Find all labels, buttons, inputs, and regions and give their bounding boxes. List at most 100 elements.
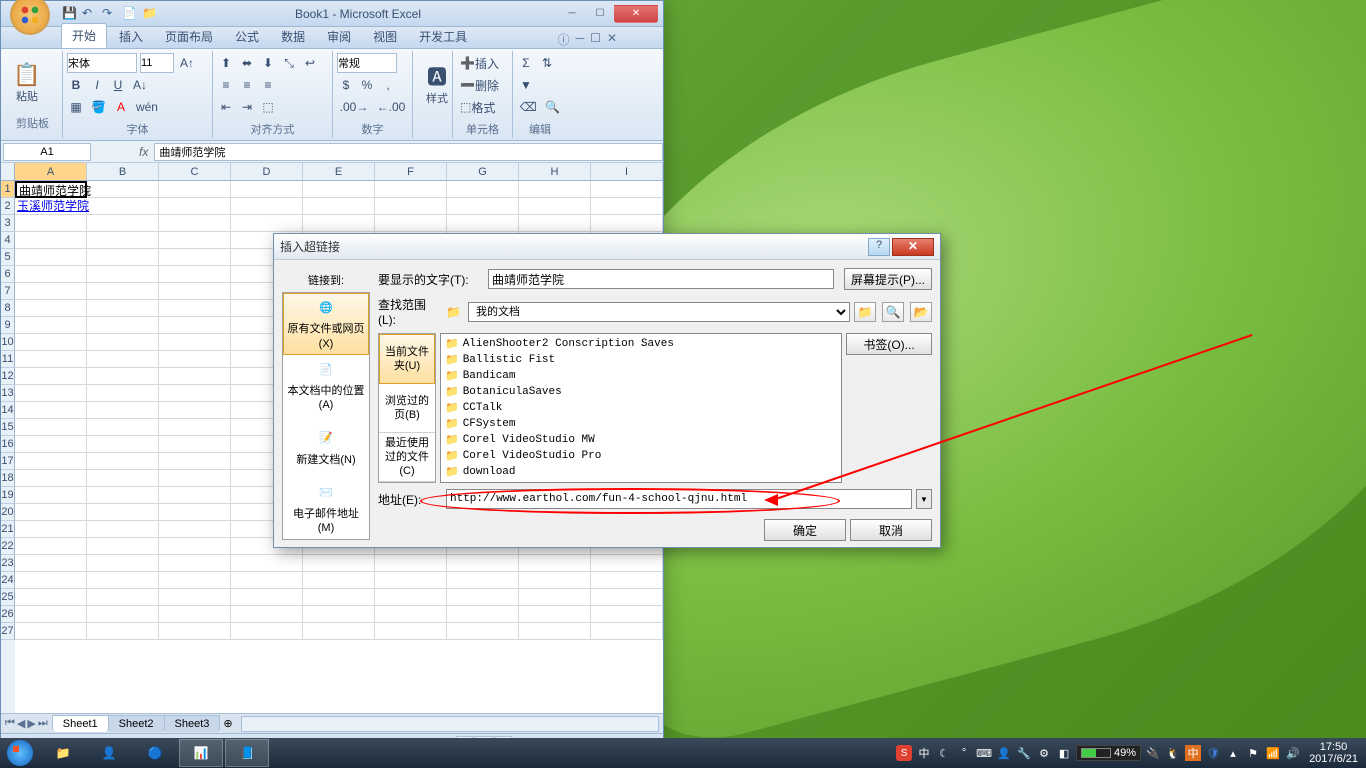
tray-shield-icon[interactable]: 🛡 (1205, 745, 1221, 761)
underline-button[interactable]: U (109, 75, 127, 95)
cell[interactable] (15, 521, 87, 538)
font-color-button[interactable]: A (112, 97, 130, 117)
cell[interactable] (159, 470, 231, 487)
delete-cells-button[interactable]: ➖删除 (457, 75, 502, 95)
cell[interactable] (15, 589, 87, 606)
column-header[interactable]: G (447, 163, 519, 181)
display-text-input[interactable] (488, 269, 834, 289)
redo-icon[interactable]: ↷ (102, 6, 118, 22)
row-header[interactable]: 17 (1, 453, 15, 470)
column-header[interactable]: I (591, 163, 663, 181)
shrink-font-icon[interactable]: A↓ (130, 75, 150, 95)
cell[interactable] (87, 300, 159, 317)
cell[interactable] (591, 181, 663, 198)
tray-skin-icon[interactable]: ◧ (1056, 745, 1072, 761)
row-header[interactable]: 14 (1, 402, 15, 419)
cell[interactable] (15, 436, 87, 453)
new-sheet-icon[interactable]: ⊕ (219, 717, 236, 730)
cell[interactable] (15, 249, 87, 266)
cell[interactable] (591, 215, 663, 232)
cell[interactable] (375, 198, 447, 215)
cell[interactable] (87, 385, 159, 402)
linkto-existing-file[interactable]: 🌐原有文件或网页(X) (283, 293, 369, 355)
number-format-select[interactable] (337, 53, 397, 73)
cell[interactable] (447, 181, 519, 198)
column-header[interactable]: A (15, 163, 87, 181)
save-icon[interactable]: 💾 (62, 6, 78, 22)
cell[interactable] (15, 300, 87, 317)
cell[interactable] (303, 606, 375, 623)
tab-data[interactable]: 数据 (271, 25, 315, 48)
cell[interactable] (591, 623, 663, 640)
italic-button[interactable]: I (88, 75, 106, 95)
browse-web-icon[interactable]: 🔍 (882, 302, 904, 322)
cell[interactable] (591, 555, 663, 572)
cell[interactable] (87, 419, 159, 436)
row-header[interactable]: 2 (1, 198, 15, 215)
format-cells-button[interactable]: ⬚格式 (457, 97, 498, 117)
row-header[interactable]: 4 (1, 232, 15, 249)
task-item-explorer[interactable]: 📁 (41, 739, 85, 767)
up-folder-icon[interactable]: 📁 (854, 302, 876, 322)
cell[interactable] (159, 351, 231, 368)
linkto-this-document[interactable]: 📄本文档中的位置(A) (283, 355, 369, 417)
ribbon-help-icon[interactable]: ⓘ (558, 31, 570, 48)
cell[interactable] (519, 606, 591, 623)
select-all-corner[interactable] (1, 163, 15, 181)
cell[interactable] (519, 572, 591, 589)
cell[interactable] (447, 215, 519, 232)
sheet-nav-first-icon[interactable]: ⏮ (5, 717, 15, 730)
row-header[interactable]: 6 (1, 266, 15, 283)
browse-file-icon[interactable]: 📂 (910, 302, 932, 322)
cell[interactable] (375, 606, 447, 623)
currency-icon[interactable]: $ (337, 75, 355, 95)
cell[interactable] (159, 181, 231, 198)
row-header[interactable]: 9 (1, 317, 15, 334)
tray-moon-icon[interactable]: ☾ (936, 745, 952, 761)
cell[interactable] (159, 334, 231, 351)
cell[interactable] (15, 402, 87, 419)
row-header[interactable]: 27 (1, 623, 15, 640)
row-header[interactable]: 26 (1, 606, 15, 623)
font-name-select[interactable] (67, 53, 137, 73)
file-item[interactable]: 📁CCTalk (443, 400, 839, 416)
cell[interactable] (591, 198, 663, 215)
cell[interactable] (87, 436, 159, 453)
cell[interactable] (87, 198, 159, 215)
cell[interactable] (447, 198, 519, 215)
cell[interactable] (87, 555, 159, 572)
cell[interactable] (375, 181, 447, 198)
cell[interactable] (15, 351, 87, 368)
column-header[interactable]: B (87, 163, 159, 181)
column-header[interactable]: F (375, 163, 447, 181)
address-dropdown-icon[interactable]: ▼ (916, 489, 932, 509)
sheet-nav-next-icon[interactable]: ▶ (27, 717, 35, 730)
sort-filter-icon[interactable]: ⇅ (538, 53, 556, 73)
lookin-select[interactable]: 我的文档 (468, 302, 850, 322)
cell[interactable] (519, 198, 591, 215)
sheet-nav-prev-icon[interactable]: ◀ (17, 717, 25, 730)
screentip-button[interactable]: 屏幕提示(P)... (844, 268, 932, 290)
formula-input[interactable] (154, 143, 663, 161)
task-item-excel[interactable]: 📊 (179, 739, 223, 767)
cell[interactable] (159, 249, 231, 266)
cell[interactable] (159, 317, 231, 334)
cell[interactable] (15, 232, 87, 249)
cell[interactable] (375, 572, 447, 589)
cell[interactable] (159, 215, 231, 232)
row-header[interactable]: 5 (1, 249, 15, 266)
row-header[interactable]: 24 (1, 572, 15, 589)
tab-home[interactable]: 开始 (61, 23, 107, 48)
bold-button[interactable]: B (67, 75, 85, 95)
cell[interactable] (159, 283, 231, 300)
insert-cells-button[interactable]: ➕插入 (457, 53, 502, 73)
cell[interactable] (87, 215, 159, 232)
cell[interactable] (231, 181, 303, 198)
cell[interactable] (15, 504, 87, 521)
cell[interactable] (15, 572, 87, 589)
cell[interactable] (231, 589, 303, 606)
row-header[interactable]: 7 (1, 283, 15, 300)
sheet-nav-last-icon[interactable]: ⏭ (38, 717, 48, 730)
dialog-help-button[interactable]: ? (868, 238, 890, 256)
cell[interactable] (159, 572, 231, 589)
